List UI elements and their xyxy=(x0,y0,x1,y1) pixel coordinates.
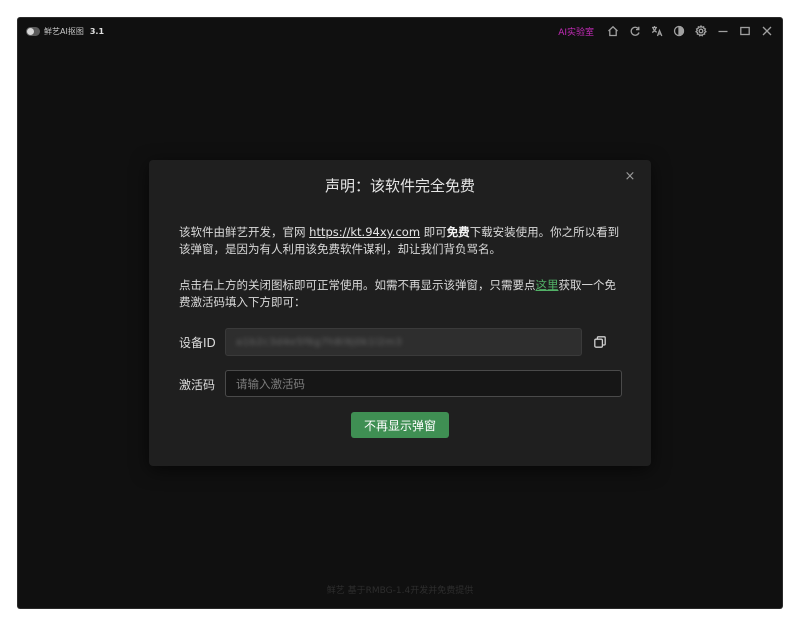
disclaimer-dialog: 声明：该软件完全免费 × 该软件由鲜艺开发，官网 https://kt.94xy… xyxy=(149,160,651,466)
close-icon[interactable] xyxy=(756,18,778,44)
device-id-field: a1b2c3d4e5f6g7h8i9j0k1l2m3 xyxy=(225,328,582,356)
app-identity: 鲜艺AI抠图 3.1 xyxy=(26,26,104,37)
minimize-icon[interactable] xyxy=(712,18,734,44)
dialog-title: 声明：该软件完全免费 xyxy=(324,177,475,195)
app-title: 鲜艺AI抠图 xyxy=(44,26,84,36)
ai-lab-link[interactable]: AI实验室 xyxy=(558,25,594,38)
device-id-value: a1b2c3d4e5f6g7h8i9j0k1l2m3 xyxy=(236,336,403,348)
footer-text: 鲜艺 基于RMBG-1.4开发并免费提供 xyxy=(326,586,474,596)
paragraph-text: 即可 xyxy=(420,225,447,239)
app-version: 3.1 xyxy=(89,26,105,36)
dialog-close-icon[interactable]: × xyxy=(623,170,637,184)
dont-show-again-button[interactable]: 不再显示弹窗 xyxy=(351,412,449,438)
translate-icon[interactable] xyxy=(646,18,668,44)
app-window: 鲜艺AI抠图 3.1 AI实验室 声明：该软件完全免费 × 该软件由鲜艺开发，官… xyxy=(18,18,782,608)
get-code-link[interactable]: 这里 xyxy=(536,278,559,292)
title-bar: 鲜艺AI抠图 3.1 AI实验室 xyxy=(18,18,782,44)
paragraph-text: 该软件由鲜艺开发，官网 xyxy=(179,225,310,239)
copy-icon[interactable] xyxy=(593,334,609,350)
settings-icon[interactable] xyxy=(690,18,712,44)
titlebar-controls: AI实验室 xyxy=(558,18,778,44)
paragraph-text: 点击右上方的关闭图标即可正常使用。如需不再显示该弹窗，只需要点 xyxy=(179,278,536,292)
activation-code-input[interactable] xyxy=(225,370,622,397)
instruction-paragraph: 点击右上方的关闭图标即可正常使用。如需不再显示该弹窗，只需要点这里获取一个免费激… xyxy=(179,277,627,311)
free-emphasis: 免费 xyxy=(446,225,470,239)
activation-code-label: 激活码 xyxy=(179,378,216,392)
home-icon[interactable] xyxy=(602,18,624,44)
maximize-icon[interactable] xyxy=(734,18,756,44)
device-id-label: 设备ID xyxy=(179,336,216,350)
website-link[interactable]: https://kt.94xy.com xyxy=(309,225,420,239)
refresh-icon[interactable] xyxy=(624,18,646,44)
theme-icon[interactable] xyxy=(668,18,690,44)
disclaimer-paragraph: 该软件由鲜艺开发，官网 https://kt.94xy.com 即可免费下载安装… xyxy=(179,224,627,258)
toggle-icon[interactable] xyxy=(26,26,40,36)
